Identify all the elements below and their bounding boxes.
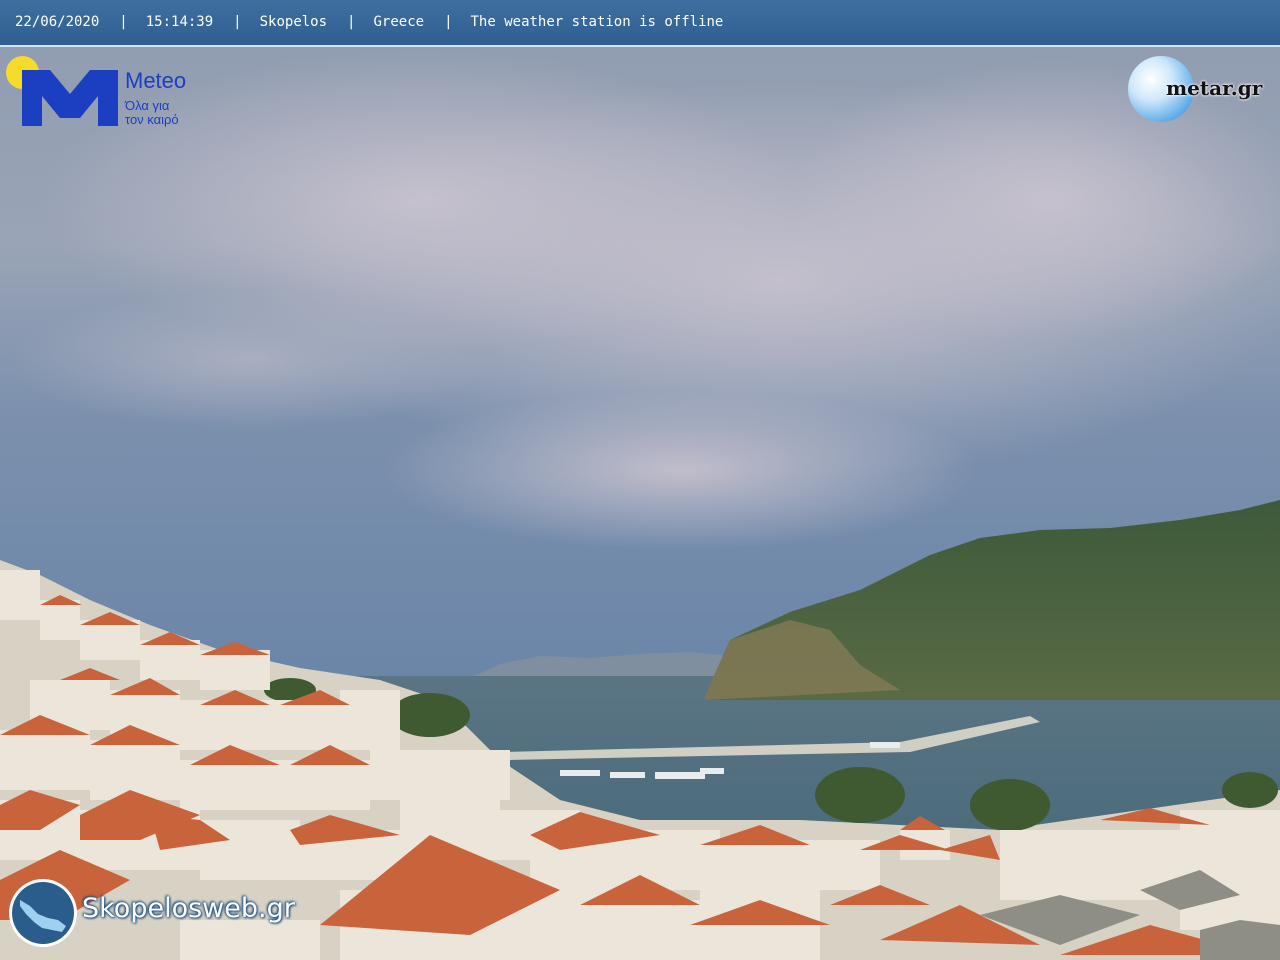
separator: |: [444, 14, 453, 30]
skopelosweb-logo: Skopelosweb.gr: [9, 879, 329, 951]
date-text: 22/06/2020: [15, 14, 100, 30]
island-icon: [20, 900, 66, 932]
location-text: Skopelos: [259, 14, 328, 30]
webcam-frame: 22/06/2020 | 15:14:39 | Skopelos | Greec…: [0, 0, 1280, 960]
country-text: Greece: [373, 14, 425, 30]
meteo-tagline-line2: τον καιρό: [125, 112, 179, 127]
meteo-name: Meteo: [125, 68, 187, 93]
metar-name: metar.gr: [1166, 76, 1263, 100]
island-badge: [9, 879, 77, 947]
metar-logo: metar.gr: [1128, 56, 1273, 126]
meteo-logo: Meteo Όλα για τον καιρό: [6, 56, 206, 128]
station-status-text: The weather station is offline: [470, 14, 724, 30]
webcam-scene: [0, 0, 1280, 960]
meteo-tagline-line1: Όλα για: [125, 98, 170, 113]
time-text: 15:14:39: [145, 14, 214, 30]
cloud: [10, 290, 490, 430]
separator: |: [233, 14, 242, 30]
cloud: [380, 390, 980, 550]
skopelosweb-name: Skopelosweb.gr: [82, 893, 295, 924]
status-bar: 22/06/2020 | 15:14:39 | Skopelos | Greec…: [0, 0, 1280, 47]
meteo-m-icon: [22, 70, 118, 126]
separator: |: [347, 14, 356, 30]
separator: |: [119, 14, 128, 30]
